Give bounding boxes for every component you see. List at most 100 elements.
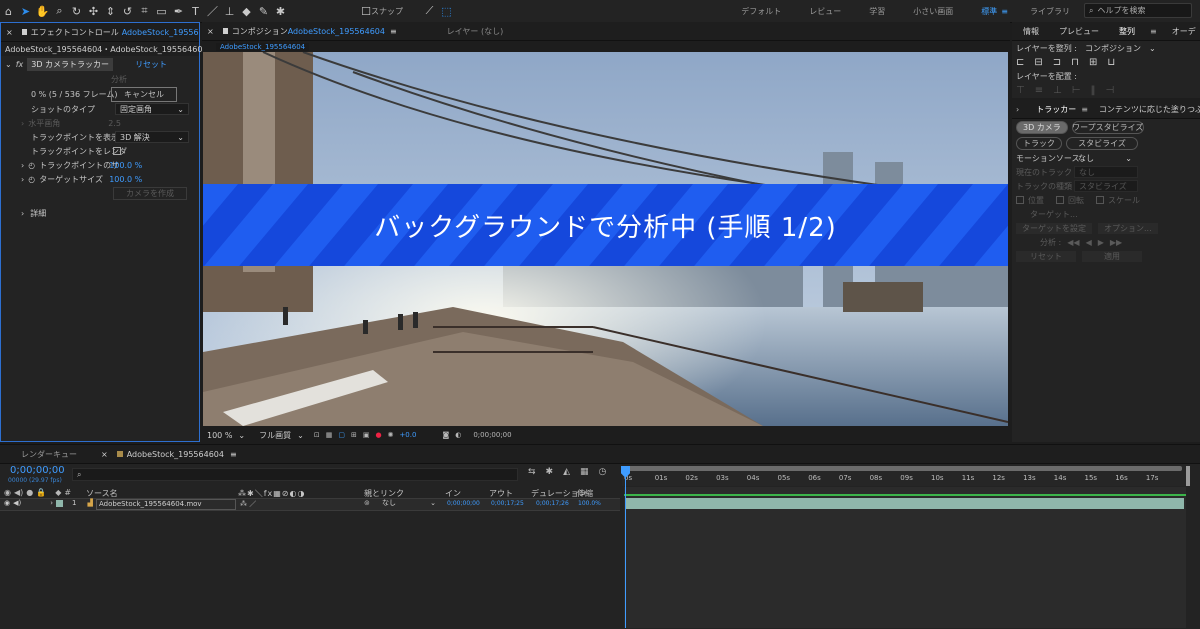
scale-checkbox[interactable]: [1096, 196, 1104, 204]
set-target-button[interactable]: ターゲットを設定: [1016, 222, 1092, 234]
home-icon[interactable]: ⌂: [0, 2, 17, 20]
layer-stretch[interactable]: 100.0%: [578, 500, 601, 507]
tab-content-aware-fill[interactable]: コンテンツに応じた塗りつぶし: [1094, 104, 1200, 115]
layer-out[interactable]: 0;00;17;25: [491, 500, 524, 507]
workspace-libraries[interactable]: ライブラリ: [1030, 6, 1070, 17]
render-points-checkbox[interactable]: [113, 147, 121, 155]
video-switch-icon[interactable]: ◉: [4, 499, 10, 507]
advanced-label[interactable]: 詳細: [30, 208, 46, 219]
zoom-dropdown[interactable]: 100 % ⌄: [203, 430, 249, 440]
work-area-bar[interactable]: [624, 466, 1182, 471]
snapping-checkbox[interactable]: ☐: [361, 2, 371, 20]
show-points-dropdown[interactable]: 3D 解決 ⌄: [115, 131, 189, 143]
transparency-grid-icon[interactable]: ▦: [326, 431, 333, 439]
tab-menu-icon[interactable]: ≡: [1081, 105, 1088, 114]
analyze-forward-icon[interactable]: ▶▶: [1110, 238, 1122, 247]
layer-tab[interactable]: レイヤー (なし): [442, 26, 509, 37]
panel-close-icon[interactable]: ×: [1, 28, 18, 37]
shot-type-dropdown[interactable]: 固定画角 ⌄: [115, 103, 189, 115]
draft-3d-icon[interactable]: ✱: [546, 467, 554, 477]
fx-icon[interactable]: fx: [16, 60, 24, 69]
stopwatch-icon[interactable]: ◴: [28, 175, 35, 184]
timeline-search-input[interactable]: ⌕: [72, 468, 518, 481]
expand-chevron-icon[interactable]: ›: [21, 175, 24, 184]
expand-chevron-icon[interactable]: ›: [21, 209, 24, 218]
align-right-icon[interactable]: ⊐: [1053, 57, 1061, 68]
point-size-value[interactable]: 100.0 %: [109, 161, 142, 170]
analyze-button[interactable]: 分析: [111, 74, 127, 85]
apply-button[interactable]: 適用: [1082, 250, 1142, 262]
3d-view-icon[interactable]: ▣: [363, 431, 370, 439]
audio-switch-icon[interactable]: ◀): [14, 488, 23, 497]
puppet-pin-icon[interactable]: ✱: [272, 2, 289, 20]
motion-source-dropdown[interactable]: なし ⌄: [1074, 153, 1136, 163]
solo-switch-icon[interactable]: ●: [26, 488, 33, 497]
panel-close-icon[interactable]: ›: [1016, 105, 1019, 114]
distribute-left-icon[interactable]: ⊢: [1072, 85, 1081, 96]
layer-duration[interactable]: 0;00;17;26: [536, 500, 569, 507]
distribute-bottom-icon[interactable]: ⊥: [1053, 85, 1062, 96]
tab-align[interactable]: 整列: [1114, 26, 1140, 37]
layer-row[interactable]: [0, 498, 620, 511]
dolly-camera-icon[interactable]: ⇕: [102, 2, 119, 20]
effect-name[interactable]: 3D カメラトラッカー: [27, 57, 114, 71]
distribute-top-icon[interactable]: ⊤: [1016, 85, 1025, 96]
workspace-review[interactable]: レビュー: [809, 6, 841, 17]
workspace-menu-icon[interactable]: ≡: [1001, 7, 1008, 16]
timeline-timecode[interactable]: 0;00;00;00: [10, 465, 65, 476]
align-to-dropdown[interactable]: コンポジション ⌄: [1081, 43, 1160, 53]
tab-audio[interactable]: オーデ: [1167, 26, 1200, 37]
workspace-small-screen[interactable]: 小さい画面: [913, 6, 953, 17]
rectangle-tool-icon[interactable]: ▭: [153, 2, 170, 20]
pen-tool-icon[interactable]: ✒: [170, 2, 187, 20]
track-type-dropdown[interactable]: スタビライズ: [1074, 180, 1138, 192]
shy-layers-icon[interactable]: ◭: [563, 467, 570, 477]
current-time-indicator[interactable]: [625, 466, 626, 628]
eraser-tool-icon[interactable]: ◆: [238, 2, 255, 20]
layer-name[interactable]: AdobeStock_195564604.mov: [96, 499, 236, 510]
color-channel-icon[interactable]: ●: [375, 431, 381, 439]
exposure-value[interactable]: +0.0: [399, 431, 416, 439]
clone-stamp-icon[interactable]: ⊥: [221, 2, 238, 20]
stabilize-motion-button[interactable]: スタビライズ: [1066, 136, 1138, 150]
brush-tool-icon[interactable]: ／: [204, 2, 221, 20]
distribute-hcenter-icon[interactable]: ‖: [1091, 85, 1096, 96]
viewer-timecode[interactable]: 0;00;00;00: [473, 431, 511, 439]
rotation-checkbox[interactable]: [1056, 196, 1064, 204]
track-camera-button[interactable]: 3D カメラ: [1016, 120, 1068, 134]
parent-pickwhip-icon[interactable]: ⊚: [364, 499, 370, 507]
selection-tool-icon[interactable]: ➤: [17, 2, 34, 20]
cancel-analysis-button[interactable]: キャンセル: [111, 86, 177, 102]
position-checkbox[interactable]: [1016, 196, 1024, 204]
label-column-icon[interactable]: ◆: [55, 488, 61, 497]
guides-icon[interactable]: ⊞: [351, 431, 357, 439]
effect-controls-tab[interactable]: エフェクトコントロール AdobeStock_195564604: [18, 27, 199, 38]
panel-close-icon[interactable]: ×: [202, 27, 219, 36]
analyze-forward-frame-icon[interactable]: ▶: [1098, 238, 1104, 247]
track-motion-button[interactable]: トラック: [1016, 136, 1062, 150]
composition-subtab[interactable]: AdobeStock_195564604: [216, 43, 310, 51]
layer-switch-collapse[interactable]: ⁂ ／: [240, 499, 256, 509]
mask-visibility-icon[interactable]: ▢: [338, 431, 345, 439]
collapse-chevron-icon[interactable]: ⌄: [5, 60, 12, 69]
pan-camera-icon[interactable]: ✣: [85, 2, 102, 20]
panel-close-icon[interactable]: ×: [96, 450, 113, 459]
expand-chevron-icon[interactable]: ›: [21, 119, 24, 128]
layer-in[interactable]: 0;00;00;00: [447, 500, 480, 507]
layer-label-color[interactable]: [56, 499, 64, 507]
help-search-input[interactable]: ⌕ ヘルプを検索: [1084, 3, 1192, 18]
tab-menu-icon[interactable]: ≡: [390, 27, 397, 36]
tab-menu-icon[interactable]: ≡: [230, 450, 237, 459]
warp-stabilizer-button[interactable]: ワープスタビライズ: [1071, 120, 1144, 134]
composition-tab[interactable]: コンポジション AdobeStock_195564604 ≡: [219, 26, 402, 37]
show-snapshot-icon[interactable]: ◐: [455, 431, 461, 439]
expand-chevron-icon[interactable]: ›: [21, 161, 24, 170]
video-switch-icon[interactable]: ◉: [4, 488, 11, 497]
motion-blur-icon[interactable]: ◷: [599, 467, 607, 477]
tab-tracker[interactable]: トラッカー: [1031, 104, 1081, 115]
tab-render-queue[interactable]: レンダーキュー: [16, 449, 82, 460]
align-bottom-icon[interactable]: ⊔: [1107, 57, 1115, 68]
analyze-backward-icon[interactable]: ◀◀: [1067, 238, 1079, 247]
align-hcenter-icon[interactable]: ⊟: [1034, 57, 1042, 68]
align-left-icon[interactable]: ⊏: [1016, 57, 1024, 68]
